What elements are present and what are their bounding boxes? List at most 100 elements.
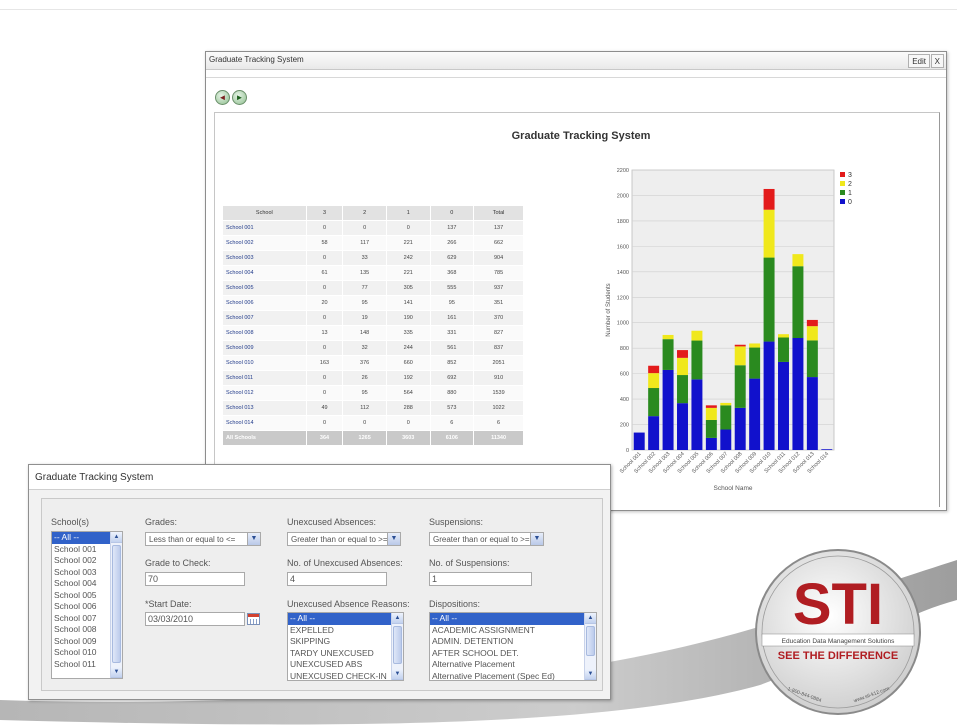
table-body: School 001 0 0 0 137 137 School 002 58 117 221 266…: [222, 220, 524, 446]
grade-to-check-input[interactable]: 70: [145, 572, 245, 586]
schools-label: School(s): [51, 517, 90, 527]
num-suspensions-input[interactable]: 1: [429, 572, 532, 586]
grades-label: Grades:: [145, 517, 178, 527]
scroll-down-icon[interactable]: ▼: [392, 669, 403, 680]
bar-segment: [778, 361, 789, 450]
absence-reasons-scrollbar[interactable]: ▲ ▼: [391, 613, 403, 680]
scroll-thumb[interactable]: [393, 626, 402, 664]
total-cell: 11340: [473, 430, 524, 446]
search-back-icon[interactable]: ◄: [215, 90, 230, 105]
list-option[interactable]: -- All --: [430, 613, 596, 625]
school-link[interactable]: School 012: [222, 385, 307, 401]
y-tick-label: 0: [626, 448, 629, 454]
column-header[interactable]: 0: [429, 205, 475, 221]
window-titlebar: Graduate Tracking System Edit X: [206, 52, 946, 70]
table-cell: 288: [385, 400, 431, 416]
calendar-icon[interactable]: [247, 613, 260, 625]
num-unexcused-input[interactable]: 4: [287, 572, 387, 586]
school-link[interactable]: School 009: [222, 340, 307, 356]
schools-listbox[interactable]: -- All -- School 001 School 002 School 003 S…: [51, 531, 123, 679]
close-button[interactable]: X: [930, 54, 944, 68]
table-cell: 692: [429, 370, 475, 386]
table-cell: 331: [429, 325, 475, 341]
scroll-up-icon[interactable]: ▲: [111, 532, 122, 543]
scroll-up-icon[interactable]: ▲: [585, 613, 596, 624]
school-link[interactable]: School 004: [222, 265, 307, 281]
list-option[interactable]: AFTER SCHOOL DET.: [430, 648, 596, 660]
dispositions-listbox[interactable]: -- All -- ACADEMIC ASSIGNMENT ADMIN. DETEN…: [429, 612, 597, 681]
school-link[interactable]: School 008: [222, 325, 307, 341]
school-link[interactable]: School 006: [222, 295, 307, 311]
school-link[interactable]: School 003: [222, 250, 307, 266]
y-tick-label: 1400: [617, 270, 629, 276]
edit-button[interactable]: Edit: [908, 54, 930, 68]
table-row: School 009 0 32 244 561 837: [222, 340, 524, 356]
table-cell: 0: [305, 220, 344, 236]
list-option[interactable]: SKIPPING: [288, 636, 403, 648]
unexcused-absences-select[interactable]: Greater than or equal to >= ▼: [287, 532, 401, 546]
list-option[interactable]: -- All --: [288, 613, 403, 625]
column-header[interactable]: 2: [342, 205, 387, 221]
y-tick-label: 1000: [617, 321, 629, 327]
stacked-bar-chart: 0 200 400 600 800 1000 1200 1400 1600 1800 2000 220…: [606, 168, 852, 492]
table-cell: 148: [342, 325, 387, 341]
school-link[interactable]: School 014: [222, 415, 307, 431]
scroll-down-icon[interactable]: ▼: [111, 667, 122, 678]
table-cell: 1022: [473, 400, 524, 416]
scroll-thumb[interactable]: [112, 545, 121, 663]
table-row: School 005 0 77 305 555 937: [222, 280, 524, 296]
table-cell: 0: [305, 250, 344, 266]
list-option[interactable]: Alternative Placement (Spec Ed): [430, 671, 596, 681]
school-link[interactable]: School 013: [222, 400, 307, 416]
list-option[interactable]: UNEXCUSED CHECK-IN: [288, 671, 403, 681]
school-link[interactable]: School 007: [222, 310, 307, 326]
chevron-down-icon: ▼: [247, 533, 260, 545]
scroll-thumb[interactable]: [586, 626, 595, 656]
scroll-down-icon[interactable]: ▼: [585, 669, 596, 680]
y-tick-label: 200: [620, 423, 629, 429]
bar-segment: [720, 402, 732, 406]
table-cell: 376: [342, 355, 387, 371]
table-cell: 561: [429, 340, 475, 356]
list-option[interactable]: Alternative Placement: [430, 659, 596, 671]
plot-area: [631, 169, 835, 451]
bar-segment: [705, 437, 717, 450]
table-cell: 904: [473, 250, 524, 266]
school-link[interactable]: School 005: [222, 280, 307, 296]
list-option[interactable]: EXPELLED: [288, 625, 403, 637]
school-link[interactable]: School 011: [222, 370, 307, 386]
schools-scrollbar[interactable]: ▲ ▼: [110, 532, 122, 678]
table-cell: 837: [473, 340, 524, 356]
absence-reasons-options: -- All -- EXPELLED SKIPPING TARDY UNEXCUSED…: [288, 613, 403, 681]
scroll-up-icon[interactable]: ▲: [392, 613, 403, 624]
grades-select[interactable]: Less than or equal to <= ▼: [145, 532, 261, 546]
school-link[interactable]: School 010: [222, 355, 307, 371]
search-export-icon[interactable]: ►: [232, 90, 247, 105]
bar-segment: [806, 340, 818, 378]
dispositions-scrollbar[interactable]: ▲ ▼: [584, 613, 596, 680]
school-link[interactable]: School 002: [222, 235, 307, 251]
column-header[interactable]: 3: [305, 205, 344, 221]
table-cell: 95: [429, 295, 475, 311]
suspensions-select[interactable]: Greater than or equal to >= ▼: [429, 532, 544, 546]
table-cell: 564: [385, 385, 431, 401]
table-cell: 32: [342, 340, 387, 356]
start-date-input[interactable]: 03/03/2010: [145, 612, 245, 626]
table-cell: 2051: [473, 355, 524, 371]
y-tick-label: 2200: [617, 168, 629, 174]
legend-swatch: [840, 190, 845, 195]
list-option[interactable]: ACADEMIC ASSIGNMENT: [430, 625, 596, 637]
column-header[interactable]: Total: [473, 205, 524, 221]
school-link[interactable]: School 001: [222, 220, 307, 236]
table-cell: 0: [342, 220, 387, 236]
list-option[interactable]: UNEXCUSED ABS: [288, 659, 403, 671]
window-title: Graduate Tracking System: [209, 55, 304, 64]
table-row: School 003 0 33 242 629 904: [222, 250, 524, 266]
list-option[interactable]: TARDY UNEXCUSED: [288, 648, 403, 660]
column-header[interactable]: 1: [385, 205, 431, 221]
absence-reasons-listbox[interactable]: -- All -- EXPELLED SKIPPING TARDY UNEXCUSED…: [287, 612, 404, 681]
list-option[interactable]: ADMIN. DETENTION: [430, 636, 596, 648]
results-table: School 3 2 1 0 Total School 001 0 0 0 137 137 Schoo…: [222, 205, 524, 446]
x-axis-label: School Name: [713, 485, 752, 492]
column-header[interactable]: School: [222, 205, 307, 221]
